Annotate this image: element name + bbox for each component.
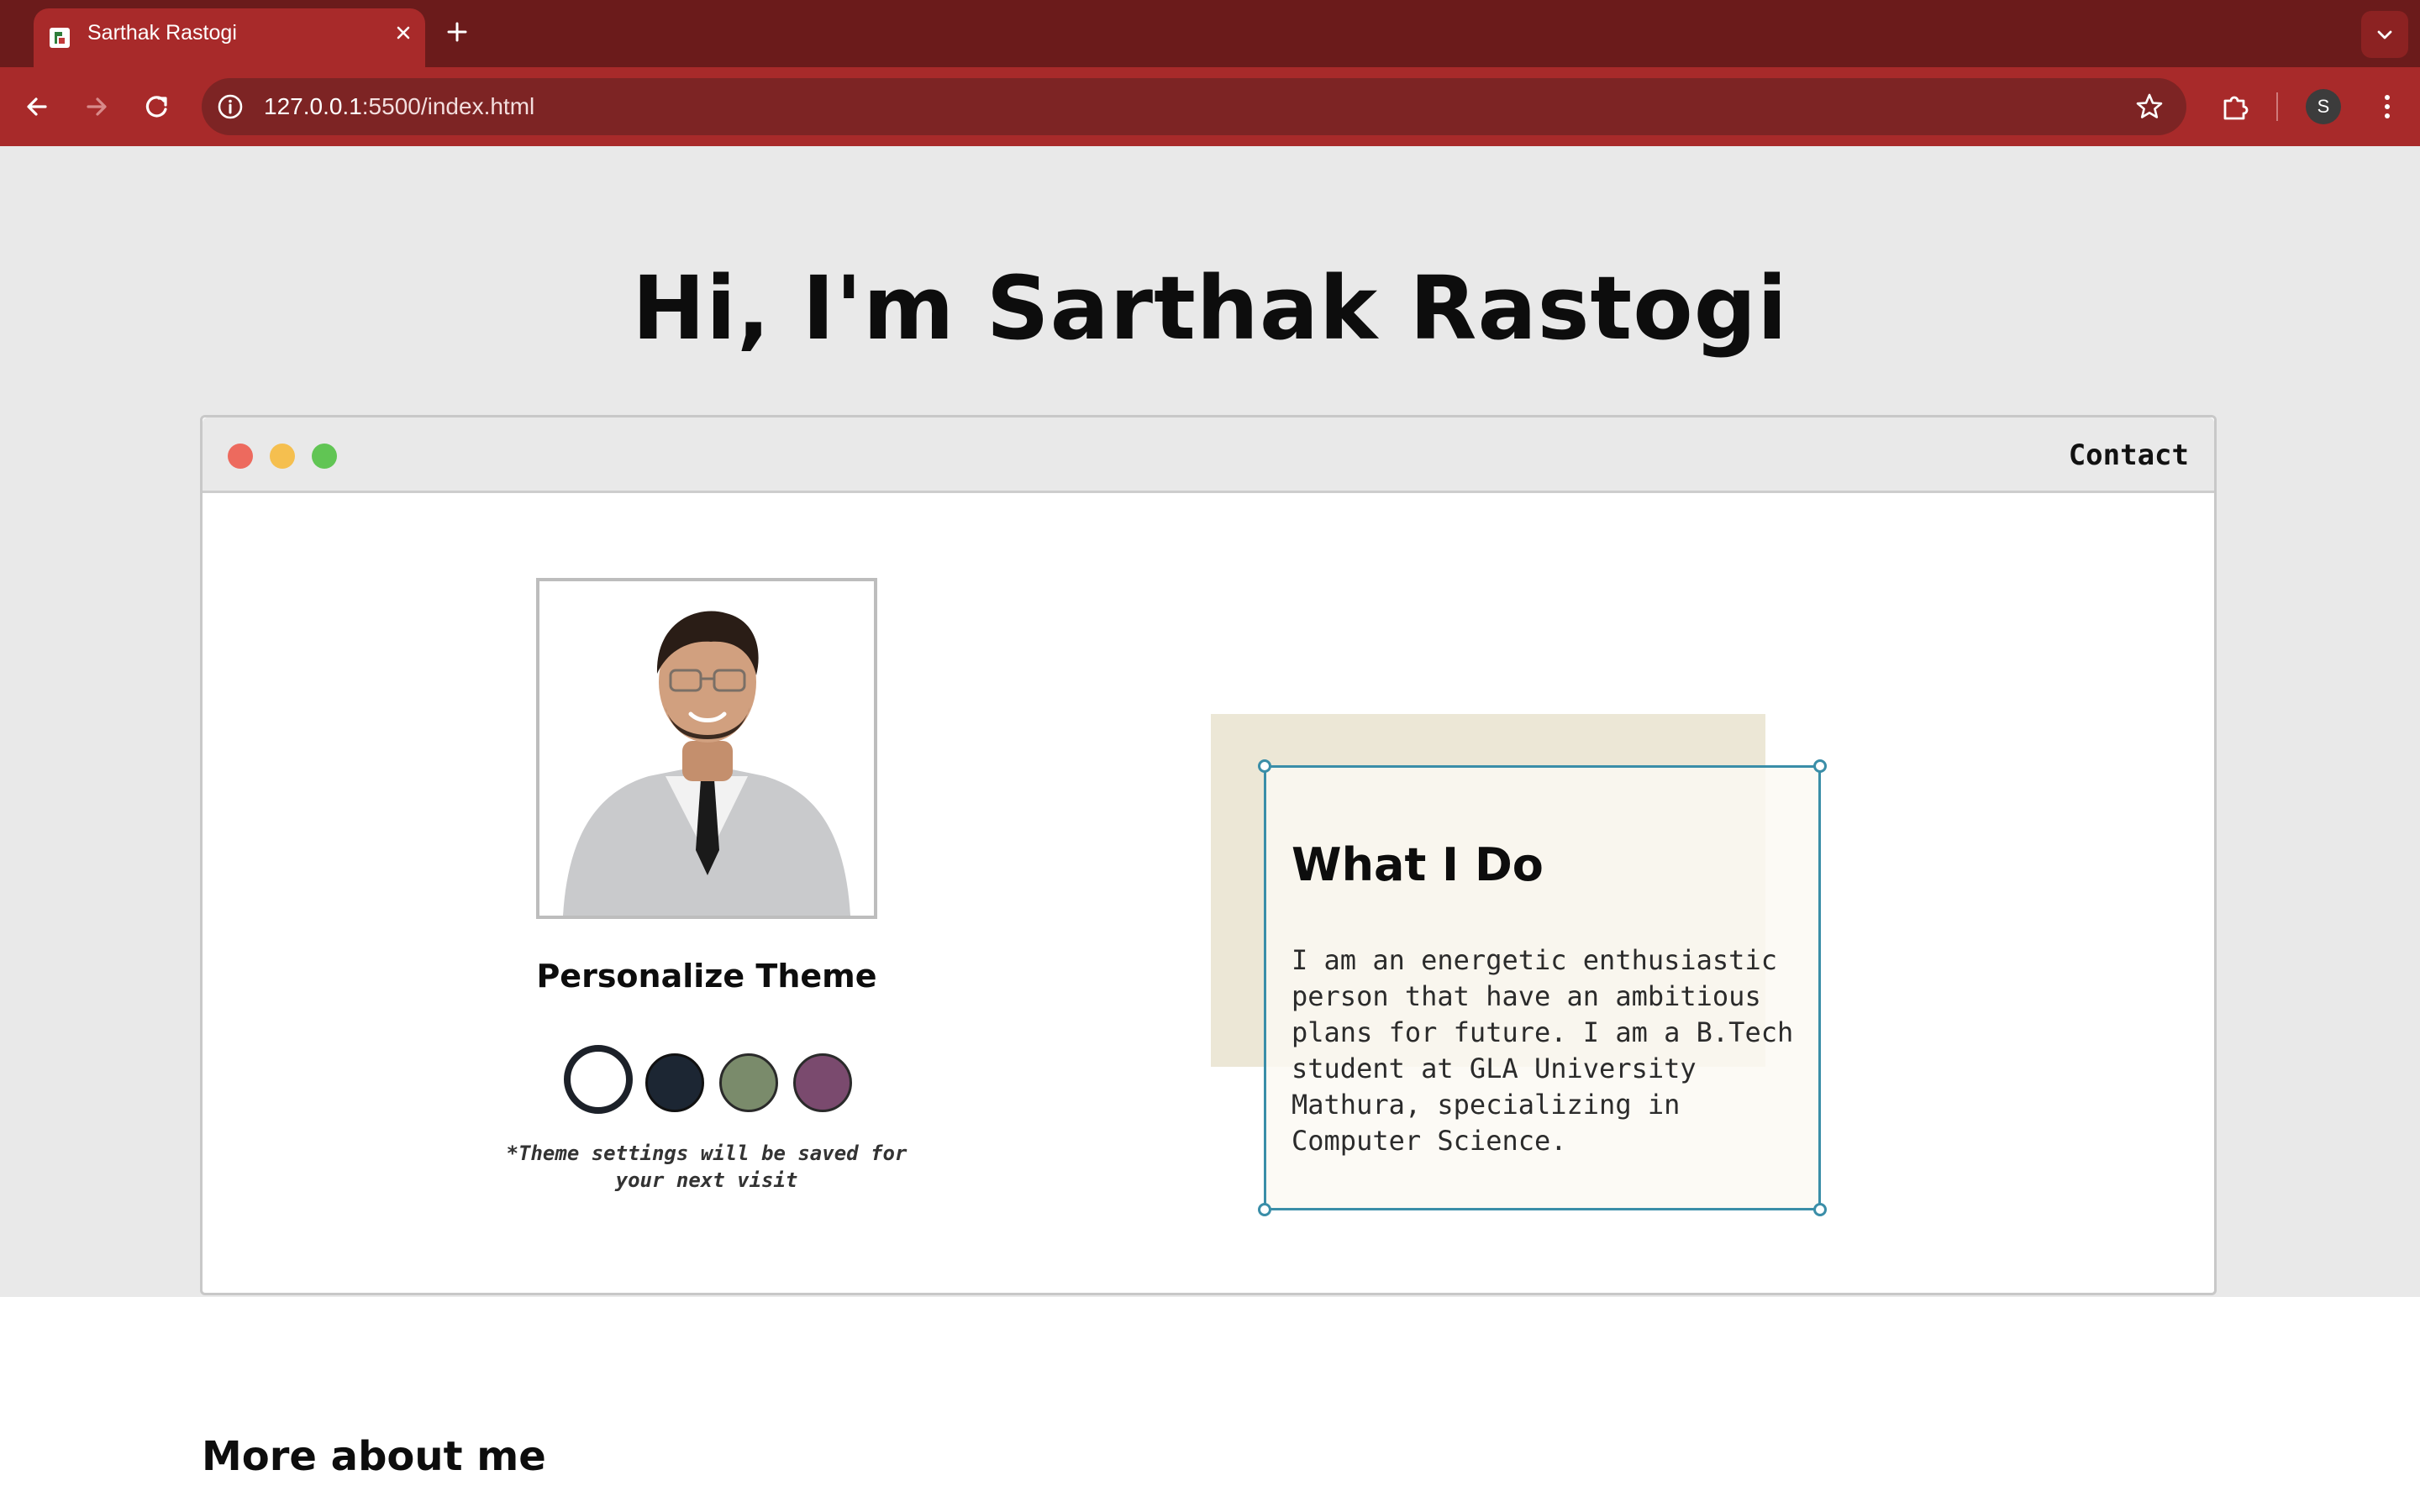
intro-window: Contact Personalize Theme *Theme setting… (200, 415, 2217, 1295)
personalize-theme-heading: Personalize Theme (536, 958, 877, 995)
resize-handle-top-right[interactable] (1813, 759, 1827, 773)
tab-search-button[interactable] (2361, 11, 2408, 58)
forward-arrow-icon[interactable] (77, 87, 116, 126)
close-tab-icon[interactable] (392, 21, 415, 45)
profile-photo (536, 578, 877, 919)
window-maximize-dot (312, 444, 337, 469)
person-portrait-icon (539, 581, 874, 916)
address-bar[interactable]: 127.0.0.1:5500/index.html (202, 78, 2186, 135)
window-minimize-dot (270, 444, 295, 469)
site-info-icon[interactable] (215, 92, 245, 122)
theme-save-note: *Theme settings will be saved for your n… (506, 1142, 908, 1192)
resize-handle-bottom-left[interactable] (1258, 1203, 1271, 1216)
more-menu-icon[interactable] (2368, 87, 2407, 126)
theme-swatch-dark-navy[interactable] (645, 1053, 704, 1112)
browser-tab-bar: Sarthak Rastogi (0, 0, 2420, 67)
browser-tab[interactable]: Sarthak Rastogi (34, 8, 425, 67)
bookmark-star-icon[interactable] (2133, 90, 2166, 123)
what-i-do-card[interactable]: What I Do I am an energetic enthusiastic… (1258, 759, 1827, 1216)
theme-swatch-sage-green[interactable] (719, 1053, 778, 1112)
what-i-do-body: I am an energetic enthusiastic person th… (1292, 944, 1794, 1157)
profile-avatar[interactable]: S (2306, 89, 2341, 124)
more-about-section: More about me (0, 1297, 2420, 1512)
contact-link[interactable]: Contact (2069, 417, 2189, 493)
extensions-puzzle-icon[interactable] (2215, 86, 2257, 128)
window-close-dot (228, 444, 253, 469)
browser-toolbar: 127.0.0.1:5500/index.html S (0, 67, 2420, 146)
window-title-bar: Contact (203, 417, 2214, 493)
reload-icon[interactable] (138, 87, 176, 126)
address-url: 127.0.0.1:5500/index.html (264, 78, 534, 135)
resize-handle-top-left[interactable] (1258, 759, 1271, 773)
back-arrow-icon[interactable] (18, 87, 56, 126)
resize-handle-bottom-right[interactable] (1813, 1203, 1827, 1216)
theme-swatch-light[interactable] (564, 1045, 633, 1114)
url-path: :5500/index.html (361, 93, 535, 119)
site-favicon-icon (50, 28, 70, 48)
hero-title: Hi, I'm Sarthak Rastogi (632, 257, 1788, 360)
more-about-heading: More about me (202, 1433, 546, 1480)
theme-swatch-plum[interactable] (793, 1053, 852, 1112)
url-host: 127.0.0.1 (264, 93, 362, 119)
what-i-do-title: What I Do (1292, 838, 1544, 891)
new-tab-icon[interactable] (442, 17, 472, 47)
chevron-down-icon (2377, 30, 2392, 39)
page-content: Hi, I'm Sarthak Rastogi Contact Personal… (0, 146, 2420, 1512)
toolbar-divider (2276, 92, 2278, 121)
tab-title: Sarthak Rastogi (87, 21, 237, 45)
